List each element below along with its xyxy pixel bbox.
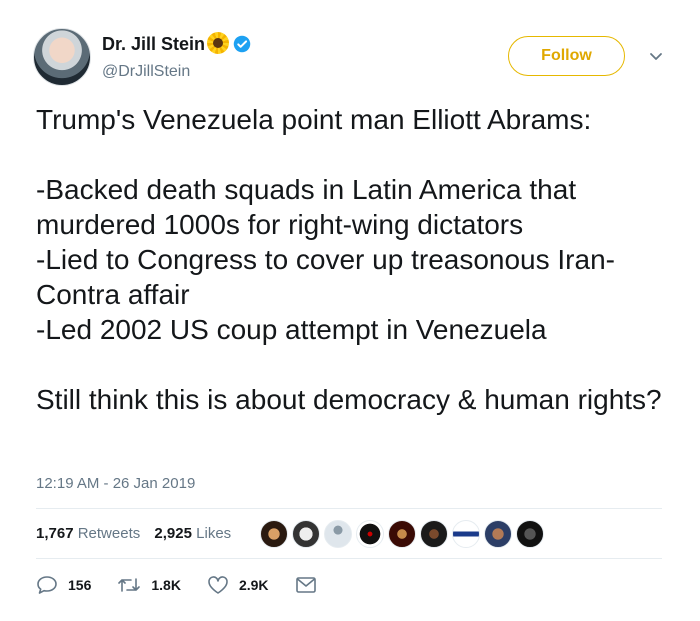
liker-avatars — [260, 520, 544, 548]
liker-avatar[interactable] — [420, 520, 448, 548]
retweets-count[interactable]: 1,767 — [36, 525, 74, 542]
divider — [36, 558, 662, 559]
likes-count[interactable]: 2,925 — [154, 525, 192, 542]
liker-avatar[interactable] — [388, 520, 416, 548]
sunflower-icon — [207, 32, 230, 54]
liker-avatar[interactable] — [324, 520, 352, 548]
retweet-count: 1.8K — [151, 577, 181, 593]
tweet-text: Trump's Venezuela point man Elliott Abra… — [36, 104, 662, 415]
like-count: 2.9K — [238, 577, 269, 593]
author-name[interactable]: Dr. Jill Stein — [102, 34, 205, 54]
follow-button[interactable]: Follow — [508, 36, 625, 76]
envelope-icon — [295, 577, 316, 593]
liker-avatar[interactable] — [452, 520, 480, 548]
author-handle[interactable]: @DrJillStein — [102, 63, 190, 81]
retweet-button[interactable]: 1.8K — [117, 575, 181, 595]
likes-label[interactable]: Likes — [196, 525, 231, 542]
liker-avatar[interactable] — [260, 520, 288, 548]
engagement-stats: 1,767 Retweets 2,925 Likes — [36, 525, 241, 542]
author-avatar[interactable] — [33, 28, 91, 86]
liker-avatar[interactable] — [484, 520, 512, 548]
verified-badge-icon — [233, 35, 251, 53]
chevron-down-icon[interactable] — [648, 48, 664, 64]
author-name-row[interactable]: Dr. Jill Stein — [102, 32, 251, 55]
tweet-actions: 156 1.8K 2.9K — [36, 575, 353, 595]
divider — [36, 508, 662, 509]
direct-message-button[interactable] — [295, 576, 327, 594]
heart-icon — [208, 576, 228, 594]
like-button[interactable]: 2.9K — [207, 575, 269, 595]
reply-count: 156 — [68, 577, 92, 593]
tweet-timestamp[interactable]: 12:19 AM - 26 Jan 2019 — [36, 475, 195, 492]
retweet-icon — [118, 578, 141, 592]
liker-avatar[interactable] — [516, 520, 544, 548]
liker-avatar[interactable] — [292, 520, 320, 548]
reply-icon — [37, 576, 57, 594]
reply-button[interactable]: 156 — [36, 575, 91, 595]
retweets-label[interactable]: Retweets — [78, 525, 141, 542]
liker-avatar[interactable] — [356, 520, 384, 548]
